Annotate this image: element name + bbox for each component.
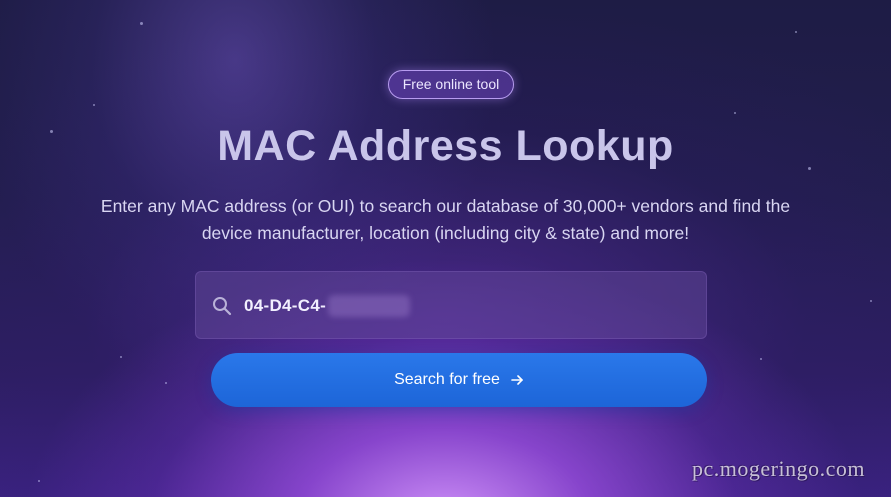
star-decoration	[760, 358, 762, 360]
redacted-mac-suffix	[328, 295, 410, 317]
mac-address-input[interactable]	[244, 290, 684, 322]
star-decoration	[795, 31, 797, 33]
star-decoration	[870, 300, 872, 302]
page-subtitle: Enter any MAC address (or OUI) to search…	[60, 193, 831, 247]
star-decoration	[38, 480, 40, 482]
subtitle-line-1: Enter any MAC address (or OUI) to search…	[100, 196, 791, 216]
free-tool-badge: Free online tool	[388, 70, 514, 99]
star-decoration	[165, 382, 167, 384]
page-title: MAC Address Lookup	[217, 122, 674, 170]
star-decoration	[120, 356, 122, 358]
search-icon	[212, 296, 232, 316]
star-decoration	[140, 22, 143, 25]
site-watermark: pc.mogeringo.com	[692, 456, 865, 481]
star-decoration	[734, 112, 736, 114]
mac-search-box[interactable]	[195, 271, 707, 339]
search-button-label: Search for free	[394, 371, 500, 388]
search-for-free-button[interactable]: Search for free	[211, 353, 707, 407]
subtitle-line-2: device manufacturer, location (including…	[201, 223, 690, 243]
arrow-right-icon	[510, 373, 524, 387]
star-decoration	[93, 104, 95, 106]
